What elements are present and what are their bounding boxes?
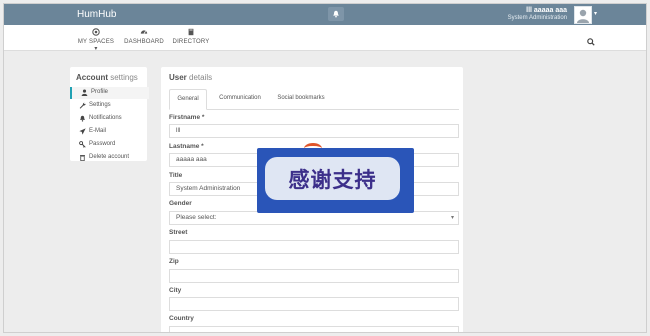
book-icon: [171, 27, 211, 37]
bell-icon: [80, 115, 85, 122]
app-window: HumHub lll aaaaa aaa System Administrati…: [3, 3, 647, 333]
paper-plane-icon: [79, 128, 86, 135]
chevron-down-icon[interactable]: ▾: [594, 10, 597, 17]
sidebar-item-label: Settings: [89, 102, 111, 108]
user-name[interactable]: lll aaaaa aaa: [447, 7, 567, 14]
search-button[interactable]: [587, 33, 595, 51]
user-icon: [81, 89, 88, 96]
trash-icon: [80, 155, 85, 161]
zip-label: Zip: [169, 258, 179, 265]
search-icon: [587, 38, 595, 46]
lastname-label: Lastname *: [169, 143, 204, 150]
sidebar-item-notifications[interactable]: Notifications: [70, 113, 147, 125]
firstname-field[interactable]: lll: [169, 124, 459, 138]
sidebar-item-label: Delete account: [89, 154, 130, 160]
tab-social-bookmarks[interactable]: Social bookmarks: [271, 89, 331, 108]
sidebar-item-password[interactable]: Password: [70, 139, 147, 151]
sidebar-item-delete-account[interactable]: Delete account: [70, 152, 147, 164]
street-field[interactable]: [169, 240, 459, 254]
gender-label: Gender: [169, 200, 192, 207]
nav-dashboard[interactable]: DASHBOARD: [124, 27, 164, 45]
tab-bar: General Communication Social bookmarks: [169, 89, 459, 110]
nav-my-spaces-label: MY SPACES ▾: [77, 39, 115, 52]
user-details-title: User details: [169, 73, 213, 82]
notifications-button[interactable]: [328, 7, 344, 21]
country-field[interactable]: [169, 326, 459, 332]
chevron-down-icon: ▾: [450, 215, 454, 221]
city-field[interactable]: [169, 297, 459, 311]
watermark-badge: 感谢支持: [265, 157, 400, 200]
gender-selected-value: Please select:: [176, 214, 217, 221]
dashboard-icon: [124, 27, 164, 37]
nav-dashboard-label: DASHBOARD: [124, 39, 164, 45]
watermark-text: 感谢支持: [288, 167, 377, 192]
wrench-icon: [79, 102, 86, 109]
sidebar-item-settings[interactable]: Settings: [70, 100, 147, 112]
zip-field[interactable]: [169, 269, 459, 283]
swoosh-decoration: [304, 143, 322, 154]
nav-directory[interactable]: DIRECTORY: [171, 27, 211, 45]
circle-dot-icon: [76, 27, 116, 37]
top-bar: HumHub lll aaaaa aaa System Administrati…: [4, 4, 646, 25]
sidebar-item-label: E-Mail: [89, 128, 107, 134]
user-silhouette-icon: [575, 7, 591, 23]
account-settings-panel: Account settings Profile Settings Notifi…: [70, 67, 149, 164]
tab-communication[interactable]: Communication: [213, 89, 267, 108]
gender-select[interactable]: Please select: ▾: [169, 211, 459, 225]
country-label: Country: [169, 315, 194, 322]
sidebar-item-label: Notifications: [89, 115, 122, 121]
city-label: City: [169, 287, 182, 294]
watermark-overlay: 感谢支持: [257, 143, 414, 213]
sidebar-item-email[interactable]: E-Mail: [70, 126, 147, 138]
avatar[interactable]: [574, 6, 592, 24]
sidebar-item-label: Profile: [91, 89, 109, 95]
bell-icon: [333, 10, 339, 18]
nav-directory-label: DIRECTORY: [172, 39, 210, 45]
sidebar-item-label: Password: [89, 141, 116, 147]
title-label: Title: [169, 172, 183, 179]
user-role: System Administration: [507, 15, 567, 21]
account-settings-title: Account settings: [76, 73, 138, 82]
street-label: Street: [169, 229, 188, 236]
nav-bar: MY SPACES ▾ DASHBOARD DIRECTORY: [4, 25, 646, 52]
firstname-label: Firstname *: [169, 114, 205, 121]
tab-general[interactable]: General: [169, 89, 207, 110]
nav-my-spaces[interactable]: MY SPACES ▾: [76, 27, 116, 52]
brand-logo[interactable]: HumHub: [77, 9, 116, 20]
sidebar-item-profile[interactable]: Profile: [70, 87, 149, 99]
key-icon: [79, 141, 86, 148]
